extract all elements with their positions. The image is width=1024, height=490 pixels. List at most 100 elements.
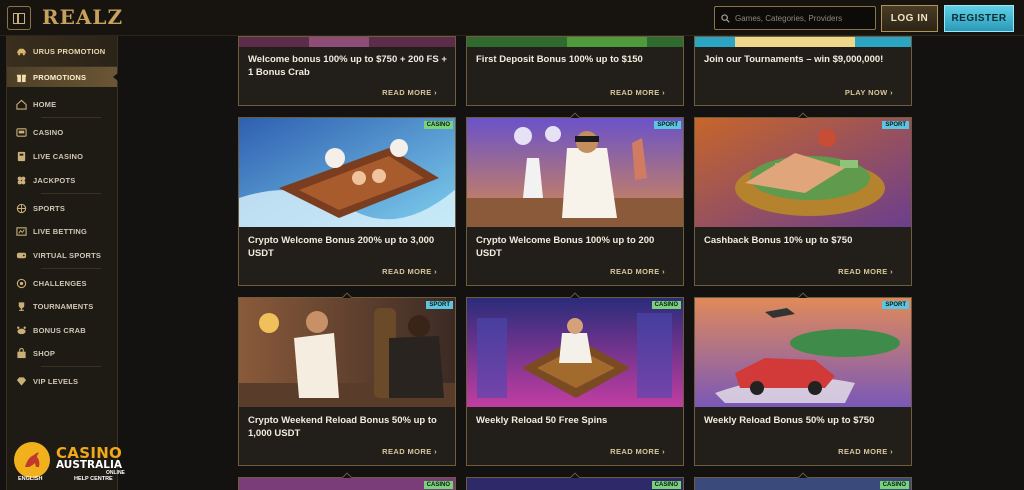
sidebar-item-label: LIVE BETTING (33, 226, 88, 236)
promo-image-cheerleaders: SPORT (467, 118, 683, 227)
promo-card[interactable]: Join our Tournaments – win $9,000,000! P… (694, 36, 912, 106)
promo-card[interactable]: CASINO Crypto Welcome Bonus 200% up to 3… (238, 117, 456, 286)
promo-card[interactable]: CASINO Weekly Reload 50 Free Spins READ … (466, 292, 684, 466)
sidebar-item-label: SHOP (33, 348, 56, 358)
sidebar-item-virtual-sports[interactable]: VIRTUAL SPORTS (7, 246, 117, 264)
live-casino-icon (15, 150, 27, 162)
promo-card[interactable]: SPORT Cashback Bonus 10% up to $750 READ… (694, 112, 912, 286)
category-tag: CASINO (879, 481, 909, 489)
sidebar-item-label: PROMOTIONS (33, 72, 87, 82)
divider (41, 193, 101, 194)
read-more-link[interactable]: READ MORE (610, 88, 665, 97)
sidebar-item-label: LIVE CASINO (33, 151, 84, 161)
sidebar-item-urus-promotion[interactable]: URUS PROMOTION (7, 36, 117, 67)
read-more-link[interactable]: READ MORE (382, 88, 437, 97)
promo-image-cashback: SPORT (695, 118, 911, 227)
category-tag: CASINO (423, 481, 453, 489)
gift-icon (15, 71, 27, 83)
sidebar-item-jackpots[interactable]: JACKPOTS (7, 171, 117, 189)
promo-title: First Deposit Bonus 100% up to $150 (476, 54, 643, 65)
challenges-icon (15, 277, 27, 289)
help-centre-link[interactable]: HELP CENTRE (74, 476, 113, 482)
category-tag: SPORT (426, 301, 453, 309)
read-more-link[interactable]: READ MORE (382, 267, 437, 276)
divider (41, 366, 101, 367)
category-tag: CASINO (423, 121, 453, 129)
sidebar: URUS PROMOTION PROMOTIONS HOME CASINO LI… (6, 36, 118, 490)
casino-icon (15, 126, 27, 138)
promo-card[interactable]: CASINO (694, 472, 912, 490)
sidebar-item-home[interactable]: HOME (7, 95, 117, 113)
promo-card[interactable]: CASINO (238, 472, 456, 490)
login-button[interactable]: LOG IN (881, 5, 938, 32)
category-tag: SPORT (882, 121, 909, 129)
promo-title: Join our Tournaments – win $9,000,000! (704, 54, 884, 65)
category-tag: CASINO (651, 301, 681, 309)
category-tag: SPORT (654, 121, 681, 129)
sidebar-item-vip-levels[interactable]: VIP LEVELS (7, 372, 117, 390)
promo-image (695, 37, 911, 47)
sidebar-item-tournaments[interactable]: TOURNAMENTS (7, 297, 117, 315)
casino-australia-badge: CASINO AUSTRALIA ONLINE ENGLISH HELP CEN… (12, 440, 126, 486)
promo-image: CASINO (695, 478, 911, 490)
sidebar-toggle-button[interactable] (7, 6, 31, 30)
promo-card[interactable]: Welcome bonus 100% up to $750 + 200 FS +… (238, 36, 456, 106)
read-more-link[interactable]: READ MORE (838, 447, 893, 456)
sidebar-item-label: CHALLENGES (33, 278, 87, 288)
sidebar-item-shop[interactable]: SHOP (7, 344, 117, 362)
realz-logo[interactable]: REALZ (42, 5, 123, 29)
search-input[interactable] (735, 13, 870, 23)
live-betting-icon (15, 225, 27, 237)
register-button[interactable]: REGISTER (944, 5, 1014, 32)
shop-icon (15, 347, 27, 359)
read-more-link[interactable]: READ MORE (610, 447, 665, 456)
promo-title: Weekly Reload 50 Free Spins (476, 415, 608, 426)
sidebar-item-live-betting[interactable]: LIVE BETTING (7, 222, 117, 240)
diamond-icon (15, 375, 27, 387)
sidebar-item-label: TOURNAMENTS (33, 301, 94, 311)
sidebar-item-label: VIRTUAL SPORTS (33, 250, 102, 260)
sidebar-item-challenges[interactable]: CHALLENGES (7, 274, 117, 292)
promo-image-treasure-chest: CASINO (467, 298, 683, 407)
sidebar-item-casino[interactable]: CASINO (7, 123, 117, 141)
promo-image (467, 37, 683, 47)
promo-card[interactable]: SPORT Weekly Reload Bonus 50% up to $750… (694, 292, 912, 466)
sidebar-item-sports[interactable]: SPORTS (7, 199, 117, 217)
home-icon (15, 98, 27, 110)
promo-title: Crypto Welcome Bonus 100% up to 200 USDT (476, 235, 655, 259)
read-more-link[interactable]: READ MORE (610, 267, 665, 276)
search-icon (721, 13, 730, 23)
play-now-link[interactable]: PLAY NOW (845, 88, 893, 97)
sidebar-item-promotions[interactable]: PROMOTIONS (7, 67, 118, 87)
sidebar-item-live-casino[interactable]: LIVE CASINO (7, 147, 117, 165)
category-tag: SPORT (882, 301, 909, 309)
sidebar-item-bonus-crab[interactable]: BONUS CRAB (7, 321, 117, 339)
read-more-link[interactable]: READ MORE (838, 267, 893, 276)
car-icon (15, 45, 27, 57)
category-tag: CASINO (651, 481, 681, 489)
top-header: REALZ LOG IN REGISTER (0, 0, 1024, 36)
crab-icon (15, 324, 27, 336)
promo-title: Weekly Reload Bonus 50% up to $750 (704, 415, 875, 426)
promo-card[interactable]: SPORT Crypto Welcome Bonus 100% up to 20… (466, 112, 684, 286)
kangaroo-logo-icon (14, 442, 50, 478)
sidebar-item-label: URUS PROMOTION (33, 46, 106, 56)
promo-image: CASINO (467, 478, 683, 490)
trophy-icon (15, 300, 27, 312)
sidebar-item-label: HOME (33, 99, 57, 109)
promo-card[interactable]: SPORT Crypto Weekend Reload Bonus 50% up… (238, 292, 456, 466)
promo-image-sports-car: SPORT (695, 298, 911, 407)
sidebar-toggle-icon (13, 12, 25, 24)
promo-image (239, 37, 455, 47)
language-selector[interactable]: ENGLISH (18, 476, 42, 482)
read-more-link[interactable]: READ MORE (382, 447, 437, 456)
search-box[interactable] (714, 6, 876, 30)
divider (41, 117, 101, 118)
promo-card[interactable]: CASINO (466, 472, 684, 490)
sidebar-item-label: SPORTS (33, 203, 66, 213)
promo-card[interactable]: First Deposit Bonus 100% up to $150 READ… (466, 36, 684, 106)
promo-image-speedboat: CASINO (239, 118, 455, 227)
sidebar-item-label: BONUS CRAB (33, 325, 86, 335)
promo-title: Welcome bonus 100% up to $750 + 200 FS +… (248, 54, 447, 78)
clover-icon (15, 174, 27, 186)
